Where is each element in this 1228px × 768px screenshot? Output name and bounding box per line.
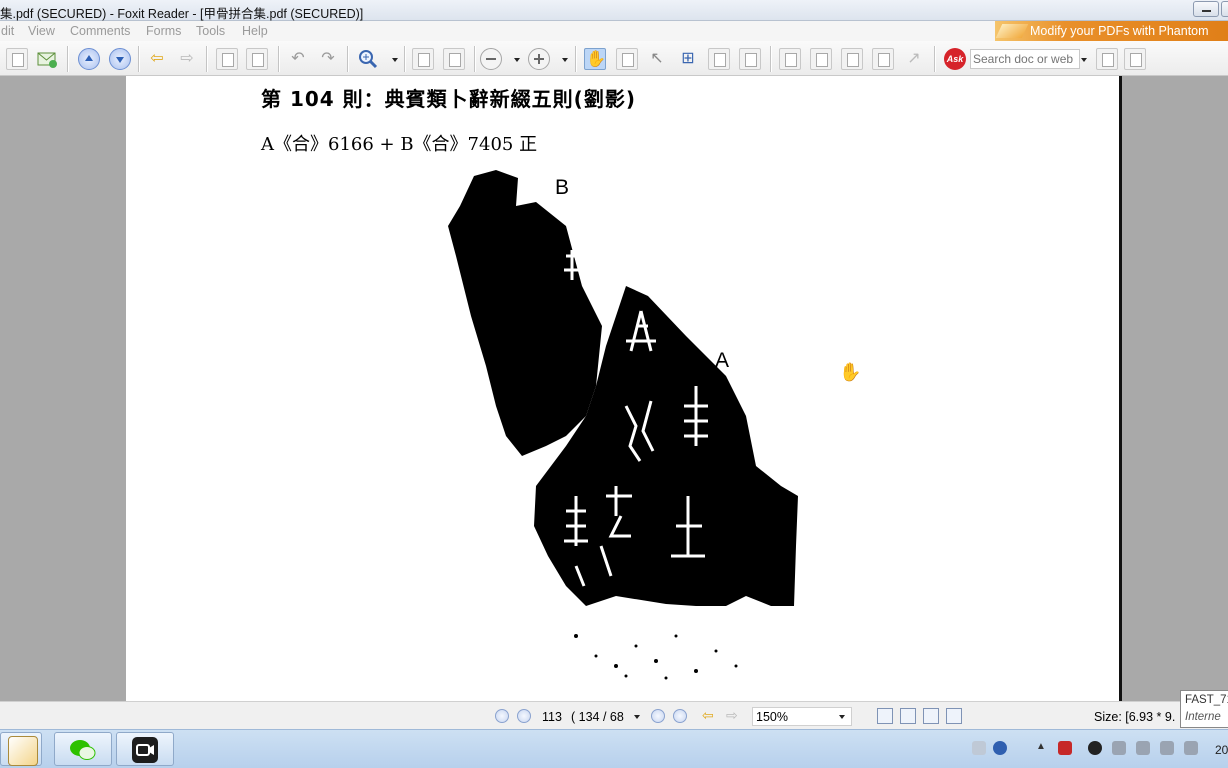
next-page-icon[interactable] [109,48,131,70]
search-prev-icon[interactable] [1096,48,1118,70]
pdf-page: 第 104 則：典賓類卜辭新綴五則(劉影) A《合》6166 + B《合》740… [126,76,1122,701]
search-box[interactable] [970,49,1080,69]
minimize-button[interactable] [1193,1,1219,17]
ad-banner[interactable]: Modify your PDFs with Phantom [995,21,1228,41]
menu-comments[interactable]: Comments [70,24,130,38]
zoom-in-dropdown-icon[interactable] [562,58,568,62]
undo-icon[interactable]: ↶ [287,48,309,70]
page-size-label: Size: [6.93 * 9. [1094,710,1176,724]
back-arrow-icon[interactable]: ⇦ [146,48,168,70]
pencil-icon[interactable] [810,48,832,70]
insert-page-icon[interactable] [246,48,268,70]
back-view-icon[interactable]: ⇦ [702,707,714,724]
attach-icon[interactable] [779,48,801,70]
wechat-icon [70,740,96,760]
last-page-icon[interactable] [673,709,687,723]
task-notepad-button[interactable] [0,732,42,766]
select-arrow-icon[interactable]: ↖ [646,48,668,70]
phantom-logo-icon [995,24,1029,38]
window-title: 集.pdf (SECURED) - Foxit Reader - [甲骨拼合集.… [0,7,364,21]
prev-page-icon[interactable] [517,709,531,723]
page-subheading: A《合》6166 + B《合》7405 正 [261,134,538,155]
restore-button[interactable] [1221,1,1228,17]
fragment-label-a: A [715,349,730,372]
tooltip: FAST_71 Interne [1180,690,1228,728]
current-page-field[interactable]: 113 [542,710,562,724]
line-tool-icon[interactable]: ↗ [903,48,925,70]
next-page-status-icon[interactable] [651,709,665,723]
menu-view[interactable]: View [28,24,55,38]
hand-cursor-icon: ✋ [839,362,862,382]
page-dropdown-icon[interactable] [634,715,640,719]
page-info: ( 134 / 68 [571,710,624,724]
task-video-button[interactable] [116,732,174,766]
taskbar: ▲ 20 [0,729,1228,768]
typewriter-icon[interactable] [708,48,730,70]
zoom-select-dropdown-icon[interactable] [839,715,845,719]
device-tray-icon[interactable] [1136,741,1150,755]
search-input[interactable] [973,51,1073,67]
zoom-value: 150% [756,710,788,724]
menu-edit[interactable]: dit [1,24,14,38]
single-page-view-icon[interactable] [877,708,893,724]
flag-tray-icon[interactable] [1112,741,1126,755]
fragment-label-b: B [555,176,570,199]
fit-page-icon[interactable] [412,48,434,70]
search-next-icon[interactable] [1124,48,1146,70]
email-icon[interactable] [36,48,58,70]
document-area[interactable]: 第 104 則：典賓類卜辭新綴五則(劉影) A《合》6166 + B《合》740… [0,76,1228,701]
redo-icon[interactable]: ↷ [317,48,339,70]
network-tray-icon[interactable] [1184,741,1198,755]
continuous-view-icon[interactable] [900,708,916,724]
previous-page-icon[interactable] [78,48,100,70]
help-tray-icon[interactable] [993,741,1007,755]
keyboard-tray-icon[interactable] [972,741,986,755]
notepad-icon [8,736,38,766]
video-camera-icon [132,737,158,763]
extract-page-icon[interactable] [216,48,238,70]
menu-tools[interactable]: Tools [196,24,225,38]
task-wechat-button[interactable] [54,732,112,766]
record-tray-icon[interactable] [1058,741,1072,755]
page-heading: 第 104 則：典賓類卜辭新綴五則(劉影) [261,87,636,111]
hand-tool-icon[interactable]: ✋ [584,48,606,70]
facing-view-icon[interactable] [923,708,939,724]
search-dropdown-icon[interactable] [1081,58,1087,62]
tooltip-line1: FAST_71 [1185,694,1228,706]
snapshot-icon[interactable] [739,48,761,70]
forward-arrow-icon[interactable]: ⇨ [176,48,198,70]
show-hidden-icons-icon[interactable]: ▲ [1036,741,1050,755]
ask-logo-icon: Ask [944,48,966,70]
find-binoculars-icon[interactable]: ⊞ [677,48,699,70]
clock[interactable]: 20 [1215,743,1228,757]
zoom-in-magnifier-icon[interactable] [357,48,379,70]
note-icon[interactable] [872,48,894,70]
tooltip-line2: Interne [1185,711,1221,723]
zoom-dropdown-icon[interactable] [392,58,398,62]
fit-width-icon[interactable] [443,48,465,70]
oracle-bone-rubbing [448,170,798,680]
ad-text: Modify your PDFs with Phantom [1030,24,1209,38]
zoom-out-dropdown-icon[interactable] [514,58,520,62]
textbox-icon[interactable] [841,48,863,70]
forward-view-icon[interactable]: ⇨ [726,707,738,724]
zoom-select[interactable]: 150% [752,707,852,726]
menu-help[interactable]: Help [242,24,268,38]
print-icon[interactable] [6,48,28,70]
qq-tray-icon[interactable] [1088,741,1102,755]
zoom-in-icon[interactable] [528,48,550,70]
select-text-icon[interactable] [616,48,638,70]
status-bar: 113 ( 134 / 68 ⇦ ⇨ 150% Size: [6.93 * 9. [0,701,1228,729]
menu-forms[interactable]: Forms [146,24,181,38]
continuous-facing-view-icon[interactable] [946,708,962,724]
zoom-out-icon[interactable] [480,48,502,70]
volume-tray-icon[interactable] [1160,741,1174,755]
first-page-icon[interactable] [495,709,509,723]
title-bar: 集.pdf (SECURED) - Foxit Reader - [甲骨拼合集.… [0,0,1228,21]
